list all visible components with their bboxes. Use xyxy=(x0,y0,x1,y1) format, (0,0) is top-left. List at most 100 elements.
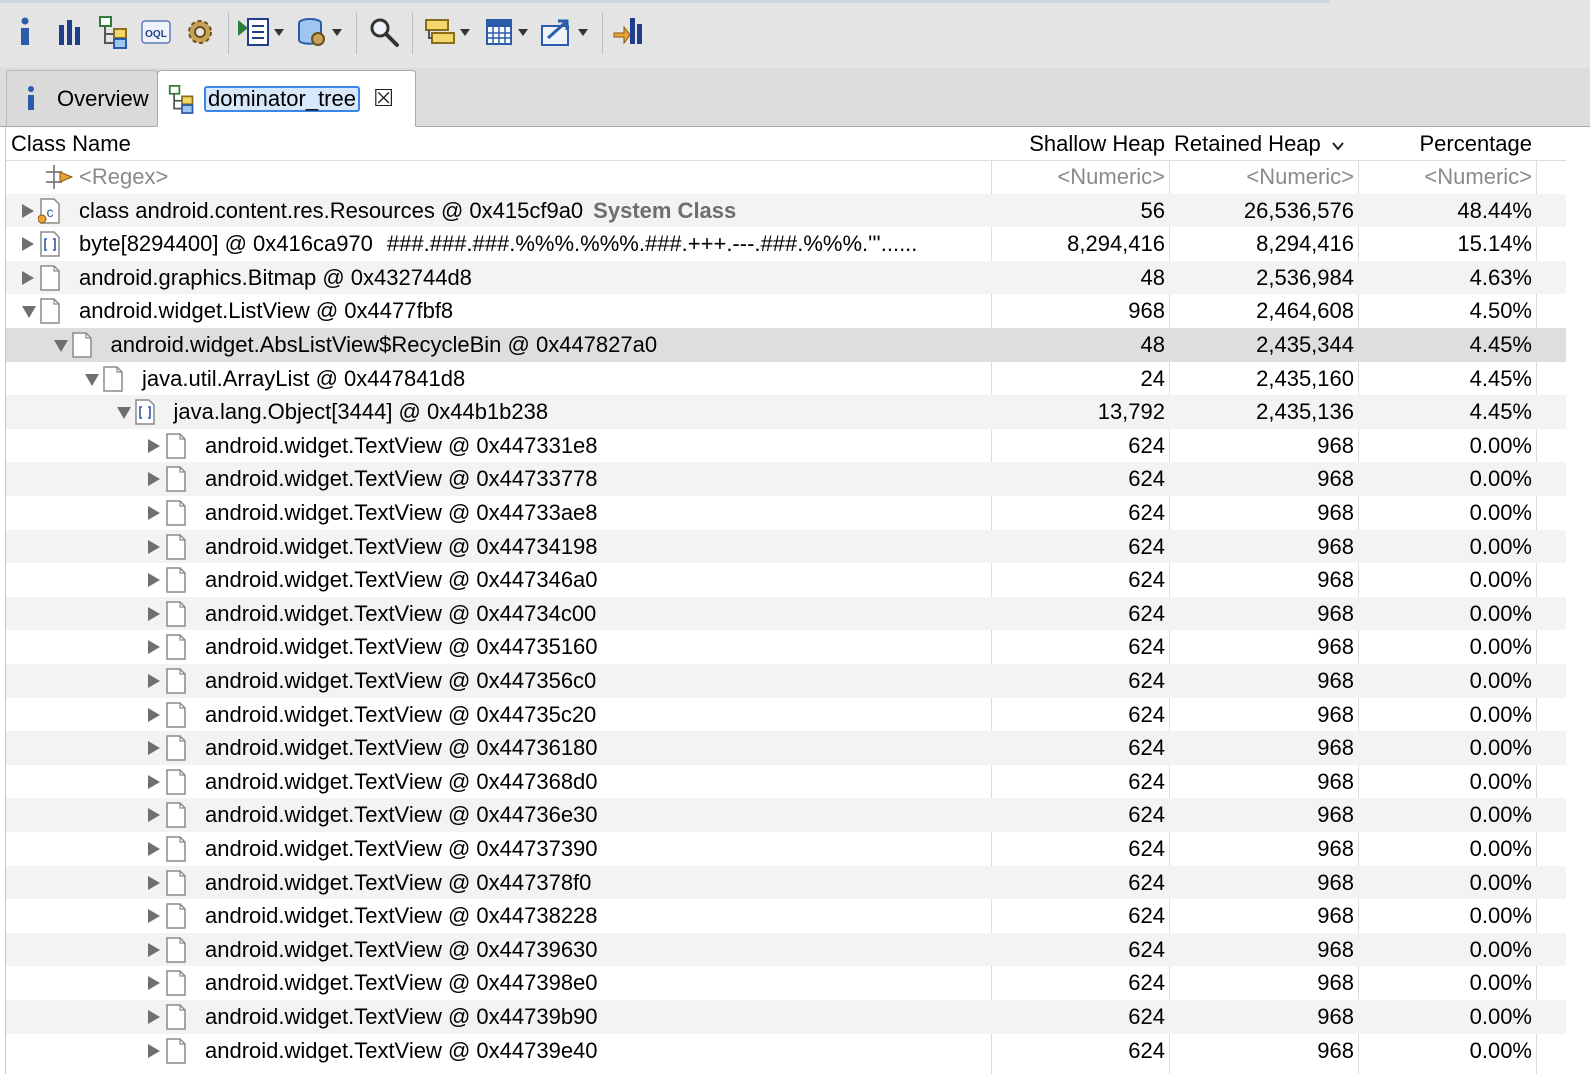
expand-icon[interactable] xyxy=(148,942,160,957)
table-row[interactable]: android.widget.AbsListView$RecycleBin @ … xyxy=(6,328,1566,362)
table-row[interactable]: android.widget.TextView @ 0x44739630 624 9… xyxy=(6,932,1566,967)
editor-tab-bar: Overview dominator_tree ⮽ xyxy=(0,68,1590,127)
expand-icon[interactable] xyxy=(22,270,34,285)
table-row[interactable]: android.widget.TextView @ 0x44734198 624 9… xyxy=(6,529,1566,564)
table-row[interactable]: android.widget.TextView @ 0x44735160 624 9… xyxy=(6,630,1566,664)
expand-icon[interactable] xyxy=(148,909,160,924)
expand-icon[interactable] xyxy=(148,774,160,789)
expand-icon[interactable] xyxy=(148,875,160,890)
table-row[interactable]: android.widget.TextView @ 0x44736e30 624 9… xyxy=(6,798,1566,832)
tab-label: Overview xyxy=(57,85,149,111)
percentage-cell: 0.00% xyxy=(1469,836,1532,861)
table-row[interactable]: android.widget.TextView @ 0x44737390 624 9… xyxy=(6,832,1566,866)
regex-filter-cell[interactable]: <Regex> xyxy=(6,160,991,194)
shallow-heap-cell: 624 xyxy=(1128,903,1165,929)
numeric-filter-cell[interactable]: <Numeric> xyxy=(1169,160,1354,194)
tab-label[interactable]: dominator_tree xyxy=(204,85,360,112)
expand-icon[interactable] xyxy=(22,203,34,218)
table-row[interactable]: android.graphics.Bitmap @ 0x432744d8 48 2,… xyxy=(6,260,1566,295)
object-label: android.widget.TextView @ 0x44737390 xyxy=(205,836,598,861)
export-icon xyxy=(541,19,569,46)
expand-icon[interactable] xyxy=(148,606,160,621)
expand-icon[interactable] xyxy=(148,438,160,453)
numeric-filter-cell[interactable]: <Numeric> xyxy=(1358,160,1532,194)
object-icon xyxy=(166,601,186,627)
table-row[interactable]: android.widget.TextView @ 0x447356c0 624 9… xyxy=(6,664,1566,698)
class-name-cell: byte[8294400] @ 0x416ca970 ###.###.###.%%… xyxy=(6,227,991,261)
table-row[interactable]: android.widget.TextView @ 0x447368d0 624 9… xyxy=(6,765,1566,799)
query-browser-button[interactable] xyxy=(236,14,284,50)
expand-icon[interactable] xyxy=(148,808,160,823)
filter-icon xyxy=(46,165,74,189)
tab-dominator-tree[interactable]: dominator_tree ⮽ xyxy=(157,70,416,127)
table-row[interactable]: android.widget.TextView @ 0x447346a0 624 9… xyxy=(6,563,1566,597)
expand-icon[interactable] xyxy=(148,842,160,856)
table-row[interactable]: byte[8294400] @ 0x416ca970 ###.###.###.%%… xyxy=(6,227,1566,261)
table-row[interactable]: java.util.ArrayList @ 0x447841d8 24 2,435,… xyxy=(6,362,1566,396)
expand-icon[interactable] xyxy=(148,573,160,588)
column-header-class-name[interactable]: Class Name xyxy=(11,127,131,160)
expand-icon[interactable] xyxy=(148,976,160,991)
table-row[interactable]: android.widget.TextView @ 0x44739b90 624 9… xyxy=(6,1000,1566,1034)
table-row[interactable]: android.widget.TextView @ 0x447331e8 624 9… xyxy=(6,429,1566,463)
expand-icon[interactable] xyxy=(22,237,34,252)
close-icon[interactable]: ⮽ xyxy=(374,85,393,113)
retained-heap-cell: 968 xyxy=(1317,802,1354,828)
table-row[interactable]: android.widget.TextView @ 0x447378f0 624 9… xyxy=(6,865,1566,900)
table-row[interactable]: android.widget.TextView @ 0x44739e40 624 9… xyxy=(6,1034,1566,1068)
table-row[interactable]: android.widget.TextView @ 0x44735c20 624 9… xyxy=(6,698,1566,732)
table-row[interactable]: android.widget.TextView @ 0x44738228 624 9… xyxy=(6,899,1566,933)
table-row[interactable]: android.widget.TextView @ 0x44733778 624 9… xyxy=(6,462,1566,496)
retained-heap-cell: 968 xyxy=(1317,1004,1354,1029)
heap-dump-button[interactable] xyxy=(296,14,342,50)
table-row[interactable]: android.widget.TextView @ 0x44733ae8 624 9… xyxy=(6,496,1566,530)
column-header-percentage[interactable]: Percentage xyxy=(1358,127,1532,160)
percentage-cell: 0.00% xyxy=(1469,466,1532,492)
group-by-button[interactable] xyxy=(424,14,470,50)
retained-heap-cell: 968 xyxy=(1317,668,1354,693)
expand-icon[interactable] xyxy=(148,640,160,655)
calculator-button[interactable] xyxy=(484,14,528,50)
expand-icon[interactable] xyxy=(148,1043,160,1058)
numeric-filter-cell[interactable]: <Numeric> xyxy=(991,160,1165,194)
object-label: android.widget.TextView @ 0x44735c20 xyxy=(205,701,597,727)
expand-icon[interactable] xyxy=(148,707,160,722)
expand-icon[interactable] xyxy=(148,674,160,688)
settings-button[interactable] xyxy=(184,14,216,50)
dominator-tree-button[interactable] xyxy=(98,14,130,50)
collapse-icon[interactable] xyxy=(22,306,36,319)
table-row[interactable]: android.widget.TextView @ 0x44736180 624 9… xyxy=(6,731,1566,765)
table-row[interactable]: android.widget.ListView @ 0x4477fbf8 968 2… xyxy=(6,294,1566,328)
collapse-icon[interactable] xyxy=(85,373,99,386)
column-header-retained-heap[interactable]: Retained Heap xyxy=(1174,127,1345,160)
collapse-icon[interactable] xyxy=(116,407,131,420)
object-icon xyxy=(166,500,186,526)
expand-icon[interactable] xyxy=(148,1010,160,1024)
table-row[interactable]: android.widget.TextView @ 0x44734c00 624 9… xyxy=(6,596,1566,631)
class-name-text: android.widget.TextView @ 0x44738228 xyxy=(205,899,598,933)
collapse-icon[interactable] xyxy=(53,340,68,352)
search-button[interactable] xyxy=(368,14,400,50)
percentage-cell: 0.00% xyxy=(1469,701,1532,727)
svg-text:c: c xyxy=(47,204,54,220)
object-label: android.widget.TextView @ 0x44739630 xyxy=(205,936,598,962)
column-header-shallow-heap[interactable]: Shallow Heap xyxy=(991,127,1165,160)
retained-heap-cell: 2,536,984 xyxy=(1256,264,1354,290)
search-icon xyxy=(370,18,399,47)
table-row[interactable]: android.widget.TextView @ 0x447398e0 624 9… xyxy=(6,966,1566,1000)
array-icon xyxy=(40,231,60,257)
tab-overview[interactable]: Overview xyxy=(6,70,158,126)
export-button[interactable] xyxy=(540,14,588,50)
info-button[interactable] xyxy=(14,14,36,50)
expand-icon[interactable] xyxy=(148,539,160,554)
histogram-button[interactable] xyxy=(56,14,86,50)
table-row[interactable]: c class android.content.res.Resources @ 0… xyxy=(6,193,1566,228)
oql-button[interactable]: OQL xyxy=(140,14,172,50)
class-name-text: android.widget.AbsListView$RecycleBin @ … xyxy=(111,328,658,362)
object-icon xyxy=(166,1037,186,1064)
pin-button[interactable] xyxy=(612,14,644,50)
expand-icon[interactable] xyxy=(148,741,160,756)
expand-icon[interactable] xyxy=(148,472,160,487)
expand-icon[interactable] xyxy=(148,506,160,520)
table-row[interactable]: java.lang.Object[3444] @ 0x44b1b238 13,79… xyxy=(6,395,1566,429)
